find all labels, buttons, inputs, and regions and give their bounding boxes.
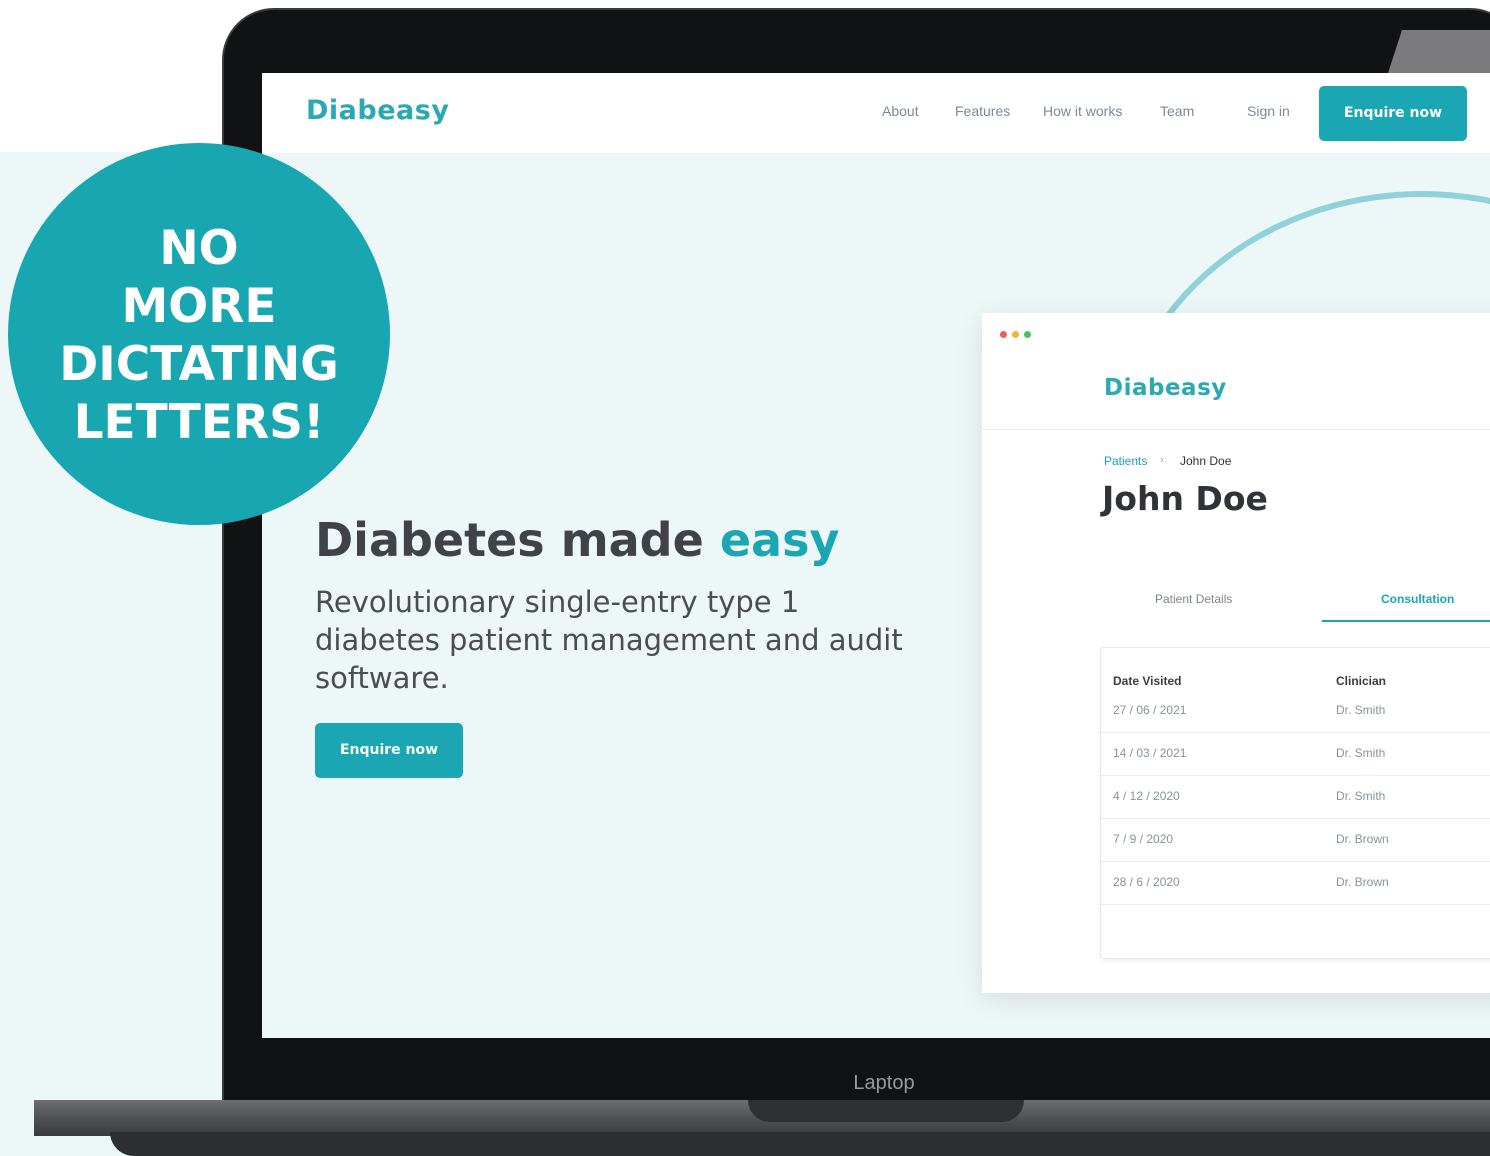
promo-badge: NO MORE DICTATING LETTERS! xyxy=(8,143,390,525)
table-row[interactable]: 4 / 12 / 2020 Dr. Smith xyxy=(1101,775,1490,819)
laptop-label: Laptop xyxy=(853,1072,915,1094)
badge-line: LETTERS! xyxy=(73,395,325,450)
laptop-screen: Diabeasy About Features How it works Tea… xyxy=(262,73,1490,1038)
active-tab-indicator xyxy=(1322,620,1490,622)
breadcrumb-chevron-icon: › xyxy=(1160,454,1164,466)
tab-consultation[interactable]: Consultation xyxy=(1381,592,1454,606)
nav-link-about[interactable]: About xyxy=(882,103,919,119)
badge-line: NO xyxy=(159,221,239,276)
site-navbar: Diabeasy About Features How it works Tea… xyxy=(262,73,1490,153)
breadcrumb-patients-link[interactable]: Patients xyxy=(1104,454,1147,468)
nav-link-sign-in[interactable]: Sign in xyxy=(1247,103,1290,119)
column-header-date[interactable]: Date Visited xyxy=(1113,674,1181,688)
patient-name-heading: John Doe xyxy=(1102,479,1268,518)
window-close-dot[interactable] xyxy=(1000,331,1007,338)
cell-date: 28 / 6 / 2020 xyxy=(1113,875,1180,889)
breadcrumb-current: John Doe xyxy=(1180,454,1232,468)
laptop-notch xyxy=(748,1100,1024,1122)
cell-clinician: Dr. Smith xyxy=(1336,789,1386,803)
badge-line: DICTATING xyxy=(59,337,339,392)
site-logo[interactable]: Diabeasy xyxy=(306,95,449,126)
hero-subtitle: Revolutionary single-entry type 1 diabet… xyxy=(315,585,903,695)
window-minimize-dot[interactable] xyxy=(1012,331,1019,338)
hero-enquire-button[interactable]: Enquire now xyxy=(315,723,463,778)
window-maximize-dot[interactable] xyxy=(1024,331,1031,338)
column-header-clinician[interactable]: Clinician xyxy=(1336,674,1386,688)
hero-title: Diabetes made easy xyxy=(315,513,839,567)
laptop-base-shadow xyxy=(110,1132,1490,1156)
cell-date: 4 / 12 / 2020 xyxy=(1113,789,1180,803)
app-logo[interactable]: Diabeasy xyxy=(1104,375,1227,401)
nav-link-how-it-works[interactable]: How it works xyxy=(1043,103,1122,119)
cell-clinician: Dr. Smith xyxy=(1336,746,1386,760)
hero-title-accent: easy xyxy=(719,513,840,567)
table-row[interactable]: 28 / 6 / 2020 Dr. Brown xyxy=(1101,861,1490,905)
app-preview-window: Diabeasy Patients › John Doe John Doe Pa… xyxy=(982,313,1490,993)
app-header-divider xyxy=(982,429,1490,430)
promo-badge-text: NO MORE DICTATING LETTERS! xyxy=(59,220,339,452)
table-row[interactable]: 7 / 9 / 2020 Dr. Brown xyxy=(1101,818,1490,862)
cell-date: 7 / 9 / 2020 xyxy=(1113,832,1174,846)
cell-clinician: Dr. Brown xyxy=(1336,875,1389,889)
nav-link-features[interactable]: Features xyxy=(955,103,1010,119)
cell-date: 27 / 06 / 2021 xyxy=(1113,703,1187,717)
cell-date: 14 / 03 / 2021 xyxy=(1113,746,1187,760)
badge-line: MORE xyxy=(121,279,277,334)
nav-link-team[interactable]: Team xyxy=(1160,103,1194,119)
cell-clinician: Dr. Brown xyxy=(1336,832,1389,846)
tab-patient-details[interactable]: Patient Details xyxy=(1155,592,1232,606)
visits-table: Date Visited Clinician 27 / 06 / 2021 Dr… xyxy=(1100,647,1490,959)
hero-title-main: Diabetes made xyxy=(315,513,704,567)
nav-enquire-button[interactable]: Enquire now xyxy=(1319,86,1467,141)
table-row[interactable]: 27 / 06 / 2021 Dr. Smith xyxy=(1101,689,1490,733)
table-row[interactable]: 14 / 03 / 2021 Dr. Smith xyxy=(1101,732,1490,776)
cell-clinician: Dr. Smith xyxy=(1336,703,1386,717)
